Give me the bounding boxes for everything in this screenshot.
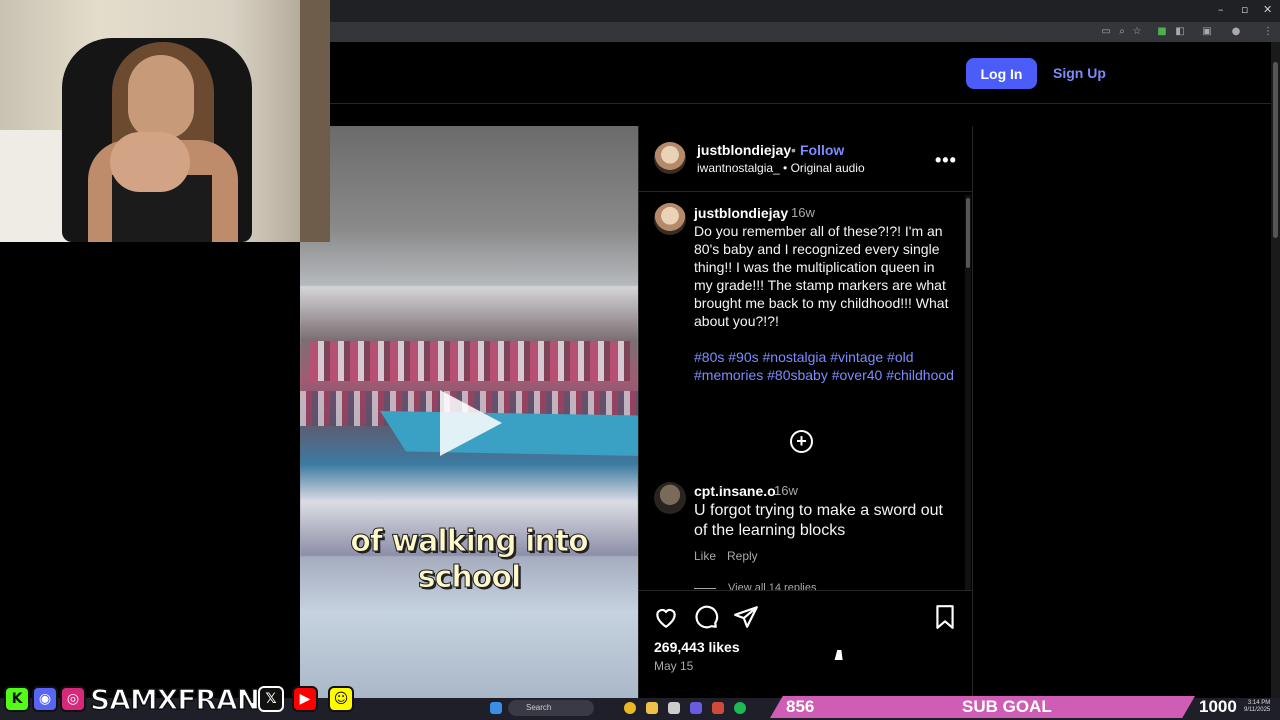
instagram-icon: ◎ <box>60 686 86 712</box>
comment-text: U forgot trying to make a sword out of t… <box>694 502 943 539</box>
clock-date: 9/11/2025 <box>1244 707 1271 713</box>
zoom-icon[interactable]: ⌕ <box>1116 26 1128 38</box>
video-caption-line: of walking into <box>350 524 589 560</box>
caption-avatar[interactable] <box>654 203 686 235</box>
webcam-streamer-hands <box>110 132 190 192</box>
webcam-overlay <box>0 0 330 242</box>
app-taskbar-icon[interactable] <box>668 702 680 714</box>
caption-hashtags[interactable]: #80s #90s #nostalgia #vintage #old #memo… <box>694 348 954 384</box>
discord-taskbar-icon[interactable] <box>690 702 702 714</box>
reel-video[interactable]: of walking into school <box>300 126 638 698</box>
play-icon[interactable] <box>440 390 502 456</box>
author-username[interactable]: justblondiejay <box>697 142 791 158</box>
sidebar-icon[interactable]: ▣ <box>1201 26 1213 38</box>
snapchat-icon: ☺ <box>328 686 354 712</box>
spotify-taskbar-icon[interactable] <box>734 702 746 714</box>
webcam-streamer-face <box>128 55 194 139</box>
bookmark-star-icon[interactable]: ☆ <box>1131 26 1143 38</box>
taskbar-search-input[interactable]: Search <box>508 700 594 716</box>
video-frame-table <box>380 411 638 456</box>
comment-reply-button[interactable]: Reply <box>727 549 758 563</box>
save-bookmark-icon[interactable] <box>932 604 958 630</box>
obs-taskbar-icon[interactable] <box>712 702 724 714</box>
extensions-puzzle-icon[interactable]: ◧ <box>1174 26 1186 38</box>
chrome-taskbar-icon[interactable] <box>624 702 636 714</box>
kick-icon: K <box>4 686 30 712</box>
minimize-icon[interactable]: – <box>1218 3 1224 16</box>
view-replies-button[interactable]: View all 14 replies <box>694 582 934 590</box>
caption-text: Do you remember all of these?!?! I'm an … <box>694 223 949 329</box>
clock-time: 3:14 PM <box>1247 700 1271 706</box>
video-frame-shelf <box>310 341 630 381</box>
audio-attribution[interactable]: iwantnostalgia_ • Original audio <box>697 161 865 175</box>
view-replies-label: View all 14 replies <box>728 582 817 590</box>
like-heart-icon[interactable] <box>653 604 679 630</box>
follow-button[interactable]: Follow <box>800 142 844 158</box>
caption-time: 16w <box>791 205 815 220</box>
comment-time: 16w <box>774 483 798 498</box>
comment-username[interactable]: cpt.insane.o <box>694 483 776 499</box>
comments-scrollbar-thumb[interactable] <box>966 198 970 268</box>
close-icon[interactable]: ✕ <box>1263 3 1272 16</box>
extension-icon[interactable]: ■ <box>1156 26 1168 38</box>
youtube-icon: ▶ <box>292 686 318 712</box>
sign-up-link[interactable]: Sign Up <box>1053 65 1106 81</box>
taskbar-clock[interactable]: 3:14 PM 9/11/2025 <box>1244 700 1270 714</box>
sub-goal-current: 856 <box>786 697 815 716</box>
share-send-icon[interactable] <box>733 604 759 630</box>
post-date: May 15 <box>654 659 694 673</box>
more-options-icon[interactable]: ••• <box>935 150 957 171</box>
separator-dot: • <box>791 142 796 158</box>
header-divider <box>330 103 1275 104</box>
actions-divider <box>638 590 973 591</box>
discord-icon: ◉ <box>32 686 58 712</box>
comment-icon[interactable] <box>693 604 719 630</box>
log-in-button[interactable]: Log In <box>966 58 1037 89</box>
likes-count[interactable]: 269,443 likes <box>654 639 740 655</box>
comment-like-button[interactable]: Like <box>694 549 716 563</box>
webcam-door <box>300 0 330 242</box>
x-twitter-icon: 𝕏 <box>258 686 284 712</box>
video-caption-line: school <box>417 560 522 596</box>
comment-avatar[interactable] <box>654 482 686 514</box>
sub-goal-label: SUB GOAL <box>962 697 1052 716</box>
panel-header-divider <box>638 191 973 192</box>
load-more-comments-icon[interactable]: + <box>790 430 813 453</box>
sub-goal-target: 1000 <box>1199 697 1237 716</box>
file-explorer-taskbar-icon[interactable] <box>646 702 658 714</box>
cast-icon[interactable]: ▭ <box>1100 26 1112 38</box>
page-scrollbar-thumb[interactable] <box>1273 62 1278 238</box>
streamer-handle: SAMXFRANK <box>89 682 281 717</box>
browser-menu-icon[interactable]: ⋮ <box>1262 26 1274 38</box>
windows-start-icon[interactable] <box>490 702 502 714</box>
caption-username[interactable]: justblondiejay <box>694 205 788 221</box>
profile-icon[interactable]: ● <box>1230 26 1242 38</box>
restore-icon[interactable]: ▫ <box>1241 3 1248 16</box>
author-avatar[interactable] <box>654 142 686 174</box>
